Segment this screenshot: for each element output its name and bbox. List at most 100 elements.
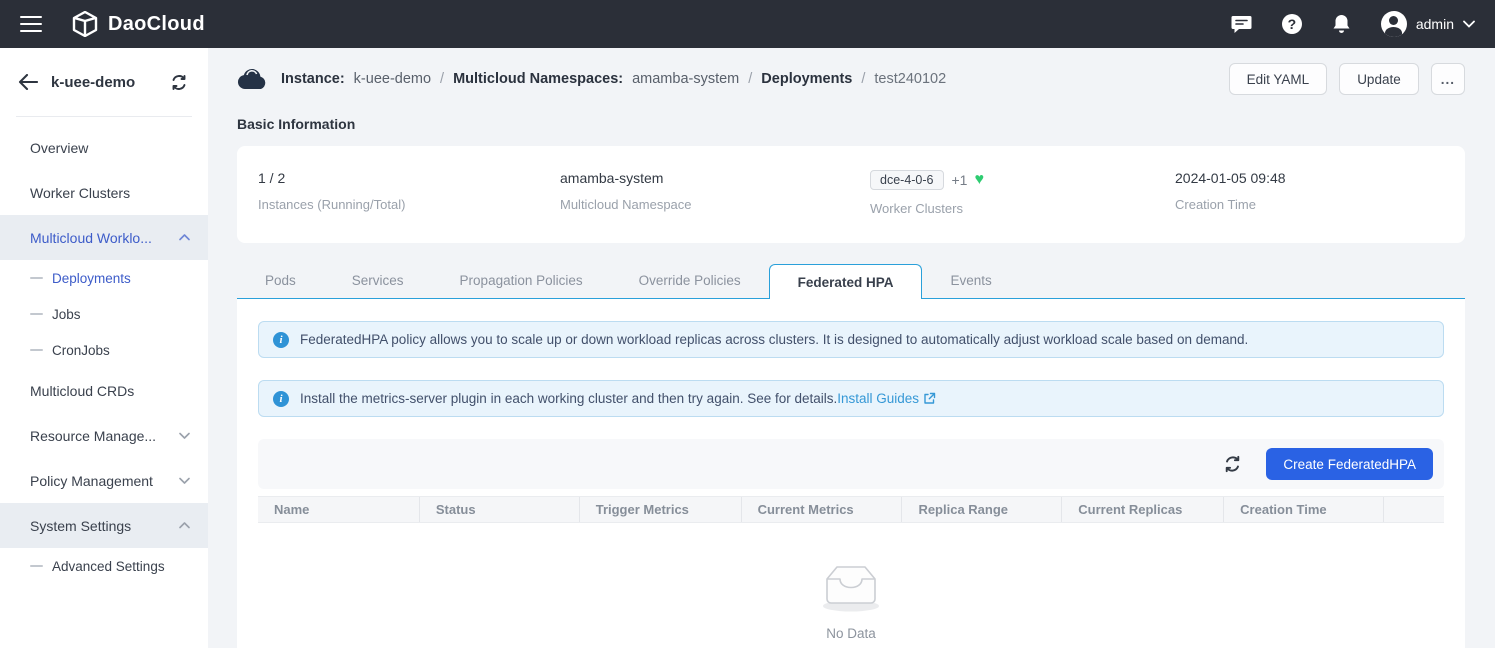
column-header-name: Name	[258, 497, 420, 522]
help-icon[interactable]: ?	[1281, 13, 1303, 35]
table-header-row: NameStatusTrigger MetricsCurrent Metrics…	[258, 496, 1444, 523]
external-link-icon	[923, 392, 936, 405]
detail-tabs: PodsServicesPropagation PoliciesOverride…	[237, 263, 1465, 299]
list-toolbar: Create FederatedHPA	[258, 439, 1444, 489]
stat-instances: 1 / 2 Instances (Running/Total)	[258, 170, 560, 216]
health-heart-icon: ♥	[974, 172, 984, 188]
sidebar-item-system-settings[interactable]: System Settings	[0, 503, 208, 548]
header-actions: Edit YAML Update...	[1229, 63, 1465, 95]
info-icon: i	[273, 332, 289, 348]
brand-name: DaoCloud	[108, 13, 205, 36]
notifications-bell-icon[interactable]	[1331, 13, 1353, 35]
sync-icon[interactable]	[170, 74, 188, 91]
chevron-down-icon	[179, 432, 190, 439]
breadcrumb-label: Deployments	[761, 71, 852, 87]
menu-toggle-icon[interactable]	[20, 16, 42, 32]
breadcrumb-value: test240102	[874, 71, 946, 87]
breadcrumb-value[interactable]: k-uee-demo	[354, 71, 431, 87]
federated-hpa-panel: i FederatedHPA policy allows you to scal…	[237, 299, 1465, 648]
sidebar-item-label: System Settings	[30, 518, 131, 534]
sidebar-item-label: Overview	[30, 140, 88, 156]
sidebar-item-policy-management[interactable]: Policy Management	[0, 458, 208, 503]
tab-events[interactable]: Events	[922, 263, 1019, 298]
no-data-inbox-icon	[815, 561, 887, 613]
stat-creation-time: 2024-01-05 09:48 Creation Time	[1175, 170, 1465, 216]
sidebar-item-deployments[interactable]: Deployments	[0, 260, 208, 296]
sidebar-item-label: Multicloud CRDs	[30, 383, 134, 399]
cluster-tag[interactable]: dce-4-0-6	[870, 170, 944, 190]
column-header-current-metrics: Current Metrics	[742, 497, 903, 522]
tab-services[interactable]: Services	[324, 263, 432, 298]
info-banner-policy: i FederatedHPA policy allows you to scal…	[258, 321, 1444, 358]
no-data-label: No Data	[826, 626, 876, 641]
breadcrumb-label: Instance:	[281, 71, 345, 87]
breadcrumb-label: Multicloud Namespaces:	[453, 71, 623, 87]
sub-item-dash	[30, 313, 43, 315]
column-header-replica-range: Replica Range	[902, 497, 1062, 522]
breadcrumb-separator: /	[748, 71, 752, 87]
sidebar-instance-title: k-uee-demo	[51, 74, 157, 91]
breadcrumb-separator: /	[861, 71, 865, 87]
stat-namespace: amamba-system Multicloud Namespace	[560, 170, 870, 216]
tab-pods[interactable]: Pods	[237, 263, 324, 298]
sidebar-item-label: Policy Management	[30, 473, 153, 489]
sidebar-item-cronjobs[interactable]: CronJobs	[0, 332, 208, 368]
back-arrow-icon[interactable]	[18, 74, 38, 90]
sidebar-item-multicloud-worklo[interactable]: Multicloud Worklo...	[0, 215, 208, 260]
chevron-down-icon	[1463, 20, 1475, 28]
sub-item-dash	[30, 349, 43, 351]
sidebar-item-overview[interactable]: Overview	[0, 125, 208, 170]
breadcrumb-separator: /	[440, 71, 444, 87]
chevron-up-icon	[179, 234, 190, 241]
column-header-status: Status	[420, 497, 580, 522]
column-header-creation-time: Creation Time	[1224, 497, 1384, 522]
user-menu[interactable]: admin	[1381, 11, 1475, 37]
sidebar-item-label: Jobs	[52, 307, 81, 322]
breadcrumb: Instance: k-uee-demo / Multicloud Namespace…	[281, 71, 946, 87]
column-header-actions	[1384, 497, 1444, 522]
sidebar-item-jobs[interactable]: Jobs	[0, 296, 208, 332]
sidebar-item-advanced-settings[interactable]: Advanced Settings	[0, 548, 208, 584]
sidebar-item-label: CronJobs	[52, 343, 110, 358]
basic-information-card: 1 / 2 Instances (Running/Total) amamba-s…	[237, 146, 1465, 243]
chevron-up-icon	[179, 522, 190, 529]
brand-logo[interactable]: DaoCloud	[72, 11, 205, 37]
sidebar: k-uee-demo Overview Worker Clusters Multic…	[0, 48, 208, 648]
page-header: Instance: k-uee-demo / Multicloud Namespace…	[237, 48, 1465, 110]
stat-worker-clusters: dce-4-0-6 +1 ♥ Worker Clusters	[870, 170, 1175, 216]
basic-information-title: Basic Information	[237, 116, 1465, 132]
sidebar-item-resource-manage[interactable]: Resource Manage...	[0, 413, 208, 458]
column-header-current-replicas: Current Replicas	[1062, 497, 1224, 522]
install-guides-link[interactable]: Install Guides	[837, 391, 936, 406]
messages-icon[interactable]	[1231, 13, 1253, 35]
info-icon: i	[273, 391, 289, 407]
tab-federated-hpa[interactable]: Federated HPA	[769, 264, 923, 299]
edit-yaml-button[interactable]: Edit YAML	[1229, 63, 1328, 95]
info-banner-policy-text: FederatedHPA policy allows you to scale …	[300, 332, 1248, 347]
cluster-extra-count[interactable]: +1	[952, 172, 968, 188]
sidebar-item-label: Resource Manage...	[30, 428, 156, 444]
create-federatedhpa-button[interactable]: Create FederatedHPA	[1266, 448, 1433, 480]
empty-state: No Data	[258, 561, 1444, 641]
sidebar-item-label: Multicloud Worklo...	[30, 230, 152, 246]
tab-override-policies[interactable]: Override Policies	[611, 263, 769, 298]
refresh-icon[interactable]	[1222, 454, 1242, 474]
breadcrumb-value[interactable]: amamba-system	[632, 71, 739, 87]
sidebar-menu: Overview Worker Clusters Multicloud Worklo…	[0, 117, 208, 584]
user-avatar	[1381, 11, 1407, 37]
sidebar-item-worker-clusters[interactable]: Worker Clusters	[0, 170, 208, 215]
update-button[interactable]: Update	[1339, 63, 1419, 95]
daocloud-logo-icon	[72, 11, 98, 37]
topbar: DaoCloud ? admin	[0, 0, 1495, 48]
sidebar-item-label: Deployments	[52, 271, 131, 286]
sidebar-item-label: Worker Clusters	[30, 185, 130, 201]
column-header-trigger-metrics: Trigger Metrics	[580, 497, 742, 522]
cloud-instance-icon	[237, 67, 268, 91]
more-button[interactable]: ...	[1431, 63, 1465, 95]
tab-propagation-policies[interactable]: Propagation Policies	[432, 263, 611, 298]
sidebar-item-label: Advanced Settings	[52, 559, 165, 574]
sidebar-item-multicloud-crds[interactable]: Multicloud CRDs	[0, 368, 208, 413]
sub-item-dash	[30, 277, 43, 279]
chevron-down-icon	[179, 477, 190, 484]
main-content: Instance: k-uee-demo / Multicloud Namespace…	[208, 48, 1495, 648]
